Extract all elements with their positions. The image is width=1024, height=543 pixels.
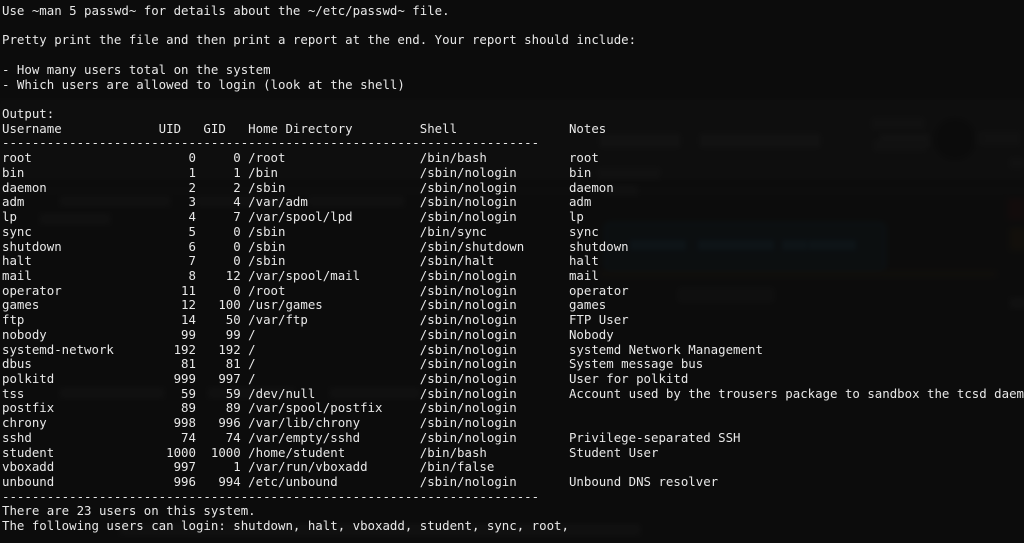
terminal-intro-line-5: - Which users are allowed to login (look… [2, 78, 1024, 93]
table-row: student 1000 1000 /home/student /bin/bas… [2, 446, 1024, 461]
terminal-intro-line-3 [2, 48, 1024, 63]
table-row: systemd-network 192 192 / /sbin/nologin … [2, 343, 1024, 358]
terminal-window[interactable]: Use ~man 5 passwd~ for details about the… [0, 0, 1024, 543]
report-login-users: The following users can login: shutdown,… [2, 519, 1024, 534]
table-row: ftp 14 50 /var/ftp /sbin/nologin FTP Use… [2, 313, 1024, 328]
terminal-intro-line-2: Pretty print the file and then print a r… [2, 33, 1024, 48]
table-row: unbound 996 994 /etc/unbound /sbin/nolog… [2, 475, 1024, 490]
terminal-intro-line-6 [2, 92, 1024, 107]
screen: Use ~man 5 passwd~ for details about the… [0, 0, 1024, 543]
table-row: daemon 2 2 /sbin /sbin/nologin daemon [2, 181, 1024, 196]
table-row: sync 5 0 /sbin /bin/sync sync [2, 225, 1024, 240]
table-row: operator 11 0 /root /sbin/nologin operat… [2, 284, 1024, 299]
table-separator-top: ----------------------------------------… [2, 136, 1024, 151]
table-row: shutdown 6 0 /sbin /sbin/shutdown shutdo… [2, 240, 1024, 255]
table-row: tss 59 59 /dev/null /sbin/nologin Accoun… [2, 387, 1024, 402]
table-row: halt 7 0 /sbin /sbin/halt halt [2, 254, 1024, 269]
table-row: vboxadd 997 1 /var/run/vboxadd /bin/fals… [2, 460, 1024, 475]
table-row: sshd 74 74 /var/empty/sshd /sbin/nologin… [2, 431, 1024, 446]
terminal-output: Use ~man 5 passwd~ for details about the… [2, 4, 1024, 534]
table-separator-bottom: ----------------------------------------… [2, 490, 1024, 505]
table-row: games 12 100 /usr/games /sbin/nologin ga… [2, 298, 1024, 313]
table-row: nobody 99 99 / /sbin/nologin Nobody [2, 328, 1024, 343]
terminal-intro-line-0: Use ~man 5 passwd~ for details about the… [2, 4, 1024, 19]
terminal-intro-line-1 [2, 19, 1024, 34]
table-row: chrony 998 996 /var/lib/chrony /sbin/nol… [2, 416, 1024, 431]
report-total-users: There are 23 users on this system. [2, 504, 1024, 519]
table-row: bin 1 1 /bin /sbin/nologin bin [2, 166, 1024, 181]
terminal-intro-line-7: Output: [2, 107, 1024, 122]
table-row: dbus 81 81 / /sbin/nologin System messag… [2, 357, 1024, 372]
table-row: mail 8 12 /var/spool/mail /sbin/nologin … [2, 269, 1024, 284]
terminal-intro-line-4: - How many users total on the system [2, 63, 1024, 78]
table-row: postfix 89 89 /var/spool/postfix /sbin/n… [2, 401, 1024, 416]
table-row: root 0 0 /root /bin/bash root [2, 151, 1024, 166]
table-row: lp 4 7 /var/spool/lpd /sbin/nologin lp [2, 210, 1024, 225]
table-row: adm 3 4 /var/adm /sbin/nologin adm [2, 195, 1024, 210]
table-header-row: Username UID GID Home Directory Shell No… [2, 122, 1024, 137]
table-row: polkitd 999 997 / /sbin/nologin User for… [2, 372, 1024, 387]
